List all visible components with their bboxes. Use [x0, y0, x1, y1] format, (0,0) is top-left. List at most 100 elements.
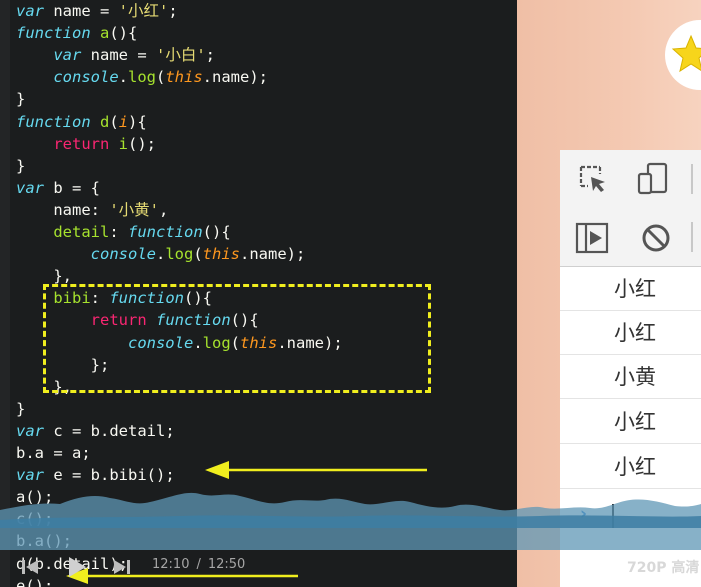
code-line: b.a = a; [16, 442, 91, 464]
code-token: '小白' [155, 46, 206, 65]
code-token: } [16, 90, 26, 109]
arrow-to-var-e-icon [205, 461, 427, 479]
code-line: name: '小黄', [16, 199, 168, 221]
console-log-text: 小红 [614, 277, 656, 301]
total-time: 12:50 [207, 557, 246, 572]
code-token: ; [168, 2, 178, 20]
console-log-text: 小红 [614, 321, 656, 345]
video-player-bar [0, 545, 701, 587]
code-token: name: [16, 200, 110, 219]
playback-time: 12:10 / 12:50 [152, 557, 245, 572]
code-token: . [155, 245, 166, 264]
code-token: function [128, 223, 203, 241]
code-token: name = [44, 2, 119, 20]
code-line: function d(i){ [16, 111, 147, 133]
console-toolbar [560, 208, 701, 267]
code-token: var [53, 46, 82, 65]
code-token: ( [109, 112, 119, 131]
play-icon[interactable] [66, 555, 88, 579]
code-line: console.log(this.name); [16, 243, 306, 265]
quality-selector[interactable]: 720P 高清 [627, 557, 699, 577]
page-badge [665, 20, 701, 90]
code-token: (); [128, 134, 157, 153]
code-token: i [118, 134, 129, 153]
code-token: d [100, 112, 110, 131]
code-token: i [118, 112, 129, 131]
code-line: } [16, 88, 25, 110]
code-line: var b = { [16, 177, 100, 199]
console-log-row: 小红 [560, 267, 701, 311]
code-token: function [16, 24, 91, 43]
code-token: detail [53, 223, 110, 241]
console-log-row: 小红 [560, 311, 701, 355]
code-line: console.log(this.name); [16, 66, 268, 88]
code-line: detail: function(){ [16, 221, 231, 243]
star-icon [671, 34, 701, 73]
code-token: var [16, 178, 44, 197]
time-separator: / [196, 557, 201, 572]
code-token: } [16, 399, 26, 418]
code-token: ; [205, 46, 215, 65]
code-token: (){ [109, 24, 138, 43]
code-line: } [16, 398, 25, 420]
device-toggle-icon[interactable] [636, 162, 670, 196]
code-token: log [165, 245, 194, 264]
code-line: return i(); [16, 133, 156, 155]
console-log-text: 小红 [614, 410, 656, 434]
console-log-row: 小黄 [560, 355, 701, 399]
clear-console-icon[interactable] [640, 222, 672, 254]
code-token: .name); [202, 68, 268, 87]
code-token: c = b.detail; [44, 421, 175, 440]
code-line: } [16, 155, 25, 177]
code-token: var [16, 421, 44, 440]
code-token: (){ [202, 223, 231, 241]
code-token: a [100, 24, 110, 43]
skip-forward-icon[interactable] [112, 557, 132, 577]
code-token: b = { [44, 178, 100, 197]
code-token: this [202, 245, 240, 264]
code-token: '小红' [118, 2, 169, 20]
code-token: function [16, 112, 91, 131]
bibi-highlight-box [43, 284, 431, 393]
console-log-text: 小黄 [614, 365, 656, 389]
console-log-row: 小红 [560, 400, 701, 444]
code-token: ( [193, 245, 203, 264]
code-line: var c = b.detail; [16, 420, 175, 442]
code-token: log [128, 68, 156, 87]
code-token: } [16, 156, 26, 175]
toolbar-separator [691, 222, 693, 252]
toolbar-separator [691, 164, 693, 194]
code-line: function a(){ [16, 22, 137, 44]
inspect-element-icon[interactable] [578, 164, 610, 196]
code-line: var name = '小红'; [16, 0, 178, 22]
code-token: name = [81, 46, 156, 65]
code-token: ( [156, 68, 166, 87]
show-console-sidebar-icon[interactable] [575, 222, 609, 254]
code-token: ){ [128, 112, 147, 131]
devtools-main-toolbar [560, 150, 701, 209]
code-token: console [90, 245, 156, 264]
code-token: . [118, 68, 128, 87]
skip-back-icon[interactable] [20, 557, 40, 577]
code-token: '小黄' [109, 200, 159, 219]
code-token: b.a = a; [16, 444, 91, 462]
code-token: , [159, 200, 169, 219]
code-token: this [165, 68, 203, 87]
code-token: : [109, 223, 128, 241]
code-token: }, [16, 267, 72, 286]
code-token: console [53, 68, 119, 87]
code-line: var name = '小白'; [16, 44, 215, 66]
code-token: return [53, 134, 110, 153]
current-time: 12:10 [152, 557, 190, 572]
code-token: var [16, 2, 44, 20]
code-token: .name); [240, 245, 306, 264]
audio-waveform-overlay [0, 492, 701, 550]
